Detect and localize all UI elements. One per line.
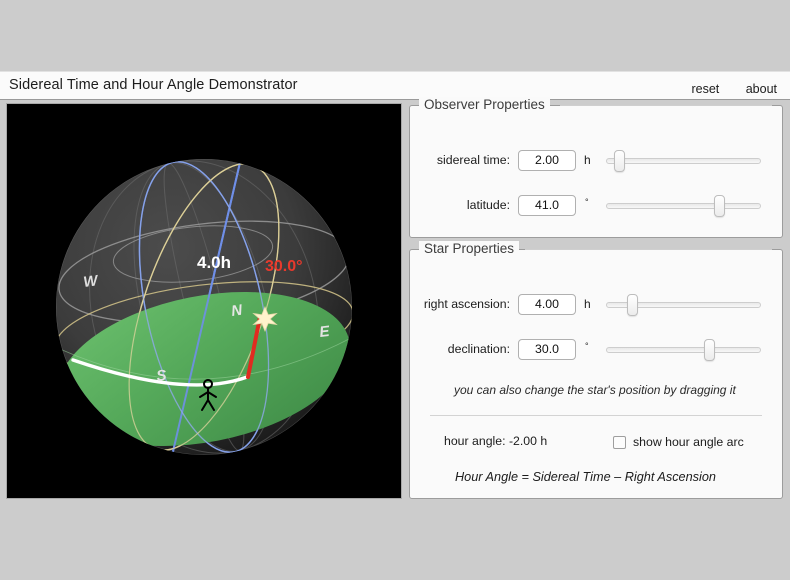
star-panel-legend: Star Properties <box>419 241 520 256</box>
celestial-sphere-canvas[interactable]: N E S W 4.0h 30.0° <box>6 103 402 499</box>
sidereal-time-label: sidereal time: <box>436 153 510 167</box>
celestial-sphere-svg[interactable]: N E S W 4.0h 30.0° <box>7 104 401 498</box>
latitude-label: latitude: <box>466 198 510 212</box>
right-ascension-label: right ascension: <box>423 297 510 311</box>
page-title: Sidereal Time and Hour Angle Demonstrato… <box>9 77 298 93</box>
declination-slider-thumb[interactable] <box>704 339 716 361</box>
right-ascension-slider-thumb[interactable] <box>626 294 638 316</box>
checkbox-box-icon[interactable] <box>613 436 626 449</box>
star-panel-divider <box>430 415 762 416</box>
header-links: reset about <box>669 80 777 98</box>
declination-input[interactable]: 30.0 <box>518 339 576 360</box>
sidereal-time-row: sidereal time: 2.00 h <box>410 150 784 172</box>
sidereal-time-slider-thumb[interactable] <box>613 150 625 172</box>
latitude-slider[interactable] <box>606 195 761 217</box>
hour-angle-readout: hour angle: -2.00 h <box>444 434 548 448</box>
about-button[interactable]: about <box>746 82 777 96</box>
drag-star-hint: you can also change the star's position … <box>454 383 736 397</box>
declination-slider[interactable] <box>606 339 761 361</box>
right-ascension-unit: h <box>584 297 591 311</box>
hour-angle-formula: Hour Angle = Sidereal Time – Right Ascen… <box>455 470 716 484</box>
right-ascension-slider[interactable] <box>606 294 761 316</box>
latitude-row: latitude: 41.0 ° <box>410 195 784 217</box>
latitude-unit: ° <box>585 197 589 207</box>
sidereal-time-unit: h <box>584 153 591 167</box>
observer-panel-legend: Observer Properties <box>419 97 550 112</box>
latitude-input[interactable]: 41.0 <box>518 195 576 216</box>
latitude-slider-track[interactable] <box>606 203 761 209</box>
star-properties-panel: Star Properties right ascension: 4.00 h … <box>409 241 784 499</box>
declination-row: declination: 30.0 ° <box>410 339 784 361</box>
declination-slider-track[interactable] <box>606 347 761 353</box>
sidereal-time-input[interactable]: 2.00 <box>518 150 576 171</box>
hour-angle-value-label: 4.0h <box>197 253 231 272</box>
declination-label: declination: <box>447 342 510 356</box>
show-hour-angle-arc-label: show hour angle arc <box>633 435 744 449</box>
right-ascension-input[interactable]: 4.00 <box>518 294 576 315</box>
sidereal-time-slider-track[interactable] <box>606 158 761 164</box>
star-legend-rule <box>525 249 772 250</box>
app-root: Sidereal Time and Hour Angle Demonstrato… <box>0 0 790 580</box>
reset-button[interactable]: reset <box>691 82 719 96</box>
app-header: Sidereal Time and Hour Angle Demonstrato… <box>0 71 790 100</box>
declination-unit: ° <box>585 341 589 351</box>
observer-properties-panel: Observer Properties sidereal time: 2.00 … <box>409 97 784 238</box>
right-ascension-row: right ascension: 4.00 h <box>410 294 784 316</box>
sidereal-time-slider[interactable] <box>606 150 761 172</box>
compass-label-s: S <box>155 367 167 385</box>
latitude-slider-thumb[interactable] <box>713 195 725 217</box>
declination-value-label: 30.0° <box>265 258 303 275</box>
observer-legend-rule <box>560 105 772 106</box>
